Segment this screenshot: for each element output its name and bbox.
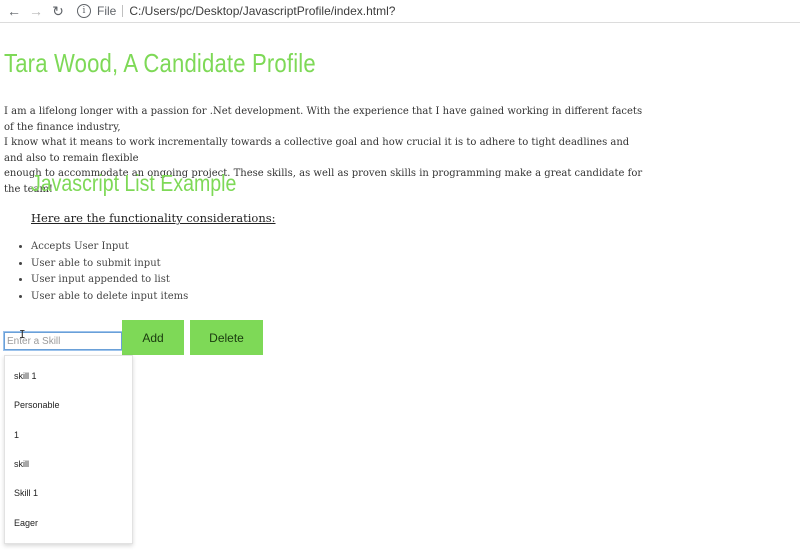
- suggestion-item[interactable]: skill 1: [14, 369, 37, 383]
- address-divider: [122, 5, 124, 17]
- page-title: Tara Wood, A Candidate Profile: [4, 48, 316, 78]
- browser-toolbar: ← → ↻ i File C:/Users/pc/Desktop/Javascr…: [0, 0, 800, 23]
- feature-list: Accepts User Input User able to submit i…: [12, 239, 188, 305]
- feature-item: User able to delete input items: [31, 289, 188, 306]
- section-title: Javascript List Example: [31, 170, 237, 196]
- autocomplete-dropdown: skill 1 Personable 1 skill Skill 1 Eager: [4, 355, 133, 544]
- considerations-heading: Here are the functionality consideration…: [31, 211, 276, 225]
- intro-line: I know what it means to work incremental…: [4, 137, 630, 164]
- url-text[interactable]: C:/Users/pc/Desktop/JavascriptProfile/in…: [129, 4, 395, 18]
- address-bar[interactable]: i File C:/Users/pc/Desktop/JavascriptPro…: [77, 1, 395, 21]
- back-icon[interactable]: ←: [3, 0, 25, 22]
- feature-item: Accepts User Input: [31, 239, 188, 256]
- delete-button[interactable]: Delete: [190, 320, 263, 355]
- feature-item: User input appended to list: [31, 272, 188, 289]
- suggestion-item[interactable]: Eager: [14, 516, 38, 530]
- intro-line: I am a lifelong longer with a passion fo…: [4, 106, 643, 133]
- url-scheme: File: [97, 4, 117, 18]
- text-cursor-icon: I: [19, 328, 26, 341]
- page-content: Tara Wood, A Candidate Profile I am a li…: [0, 22, 800, 550]
- list-example-section: Javascript List Example: [31, 170, 273, 197]
- reload-icon[interactable]: ↻: [47, 0, 69, 22]
- suggestion-item[interactable]: 1: [14, 428, 19, 442]
- suggestion-item[interactable]: Personable: [14, 398, 60, 412]
- forward-icon[interactable]: →: [25, 0, 47, 22]
- suggestion-item[interactable]: Skill 1: [14, 486, 38, 500]
- suggestion-item[interactable]: skill: [14, 457, 29, 471]
- info-icon[interactable]: i: [77, 4, 91, 18]
- feature-item: User able to submit input: [31, 256, 188, 273]
- add-button[interactable]: Add: [122, 320, 184, 355]
